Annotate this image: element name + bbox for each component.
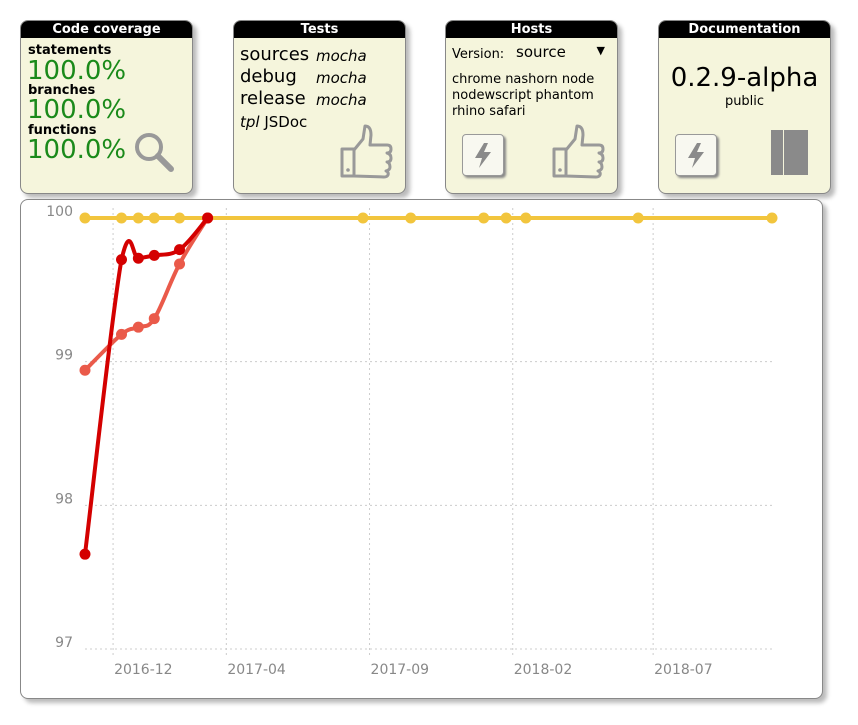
x-tick-label: 2017-09 <box>371 662 430 678</box>
y-tick-label: 97 <box>55 635 73 651</box>
data-point[interactable] <box>174 212 186 224</box>
x-tick-label: 2017-04 <box>227 662 286 678</box>
data-point[interactable] <box>132 321 144 333</box>
data-point[interactable] <box>520 212 532 224</box>
y-tick-label: 100 <box>46 204 73 220</box>
y-tick-label: 99 <box>55 348 73 364</box>
data-point[interactable] <box>500 212 512 224</box>
x-tick-label: 2018-02 <box>514 662 573 678</box>
data-point[interactable] <box>79 212 91 224</box>
data-point[interactable] <box>766 212 778 224</box>
x-tick-label: 2016-12 <box>114 662 172 678</box>
data-point[interactable] <box>405 212 417 224</box>
data-point[interactable] <box>148 313 160 325</box>
data-point[interactable] <box>132 212 144 224</box>
data-point[interactable] <box>132 252 144 264</box>
data-point[interactable] <box>478 212 490 224</box>
data-point[interactable] <box>79 364 91 376</box>
series-line-0 <box>83 216 210 555</box>
chart-series <box>79 212 778 560</box>
data-point[interactable] <box>116 328 128 340</box>
data-point[interactable] <box>202 212 214 224</box>
y-tick-label: 98 <box>55 491 73 507</box>
data-point[interactable] <box>79 548 91 560</box>
data-point[interactable] <box>174 258 186 270</box>
data-point[interactable] <box>148 249 160 261</box>
data-point[interactable] <box>116 254 128 266</box>
data-point[interactable] <box>174 244 186 256</box>
data-point[interactable] <box>632 212 644 224</box>
chart-grid <box>85 208 772 657</box>
y-axis-ticks: 100 99 98 97 <box>46 204 73 651</box>
x-tick-label: 2018-07 <box>654 662 713 678</box>
data-point[interactable] <box>116 212 128 224</box>
coverage-chart: 100 99 98 97 2016-12 2017-04 2017-09 2018-02 20… <box>20 199 823 699</box>
coverage-chart-svg: 100999897 2016-12 2017-04 2017-09 2018-02 20… <box>46 204 778 678</box>
x-axis-ticks: 2016-12 2017-04 2017-09 2018-02 2018-07 <box>114 662 713 678</box>
data-point[interactable] <box>357 212 369 224</box>
data-point[interactable] <box>148 212 160 224</box>
